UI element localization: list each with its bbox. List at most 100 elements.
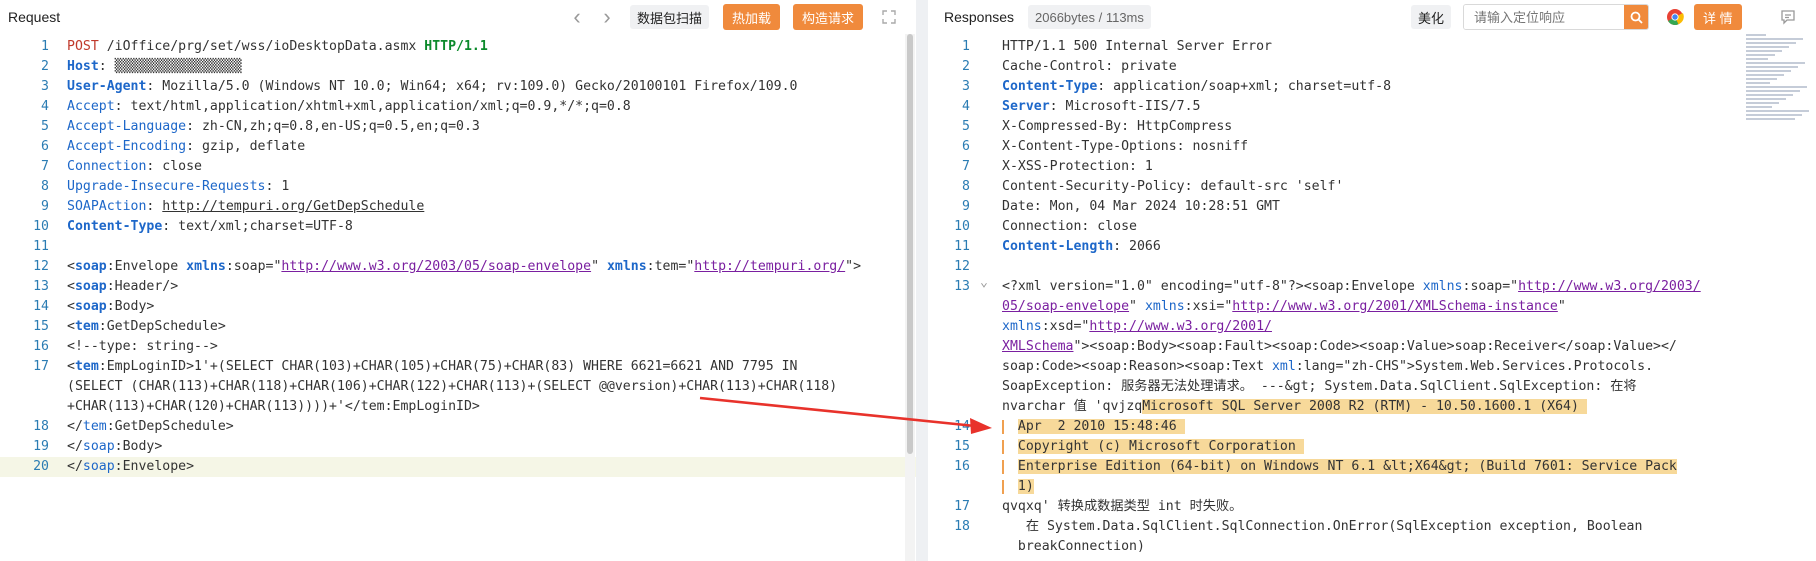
response-code-line: 14 Apr 2 2010 15:48:46 — [928, 417, 1816, 437]
search-icon[interactable] — [1624, 5, 1648, 29]
request-code-line: 9 SOAPAction: http://tempuri.org/GetDepSc… — [0, 197, 916, 217]
token: : close — [146, 159, 202, 174]
token[interactable]: 05/soap-envelope — [1002, 299, 1129, 314]
line-text: X-Compressed-By: HttpCompress — [1002, 117, 1232, 137]
hot-load-button[interactable]: 热加载 — [723, 4, 781, 30]
build-request-button[interactable]: 构造请求 — [793, 4, 864, 30]
detail-button[interactable]: 详 情 — [1694, 4, 1742, 30]
line-number: 1 — [962, 39, 970, 54]
token: : 2066 — [1113, 239, 1161, 254]
line-text: <soap:Envelope xmlns:soap="http://www.w3… — [67, 257, 861, 277]
pane-divider[interactable] — [916, 0, 928, 561]
token[interactable]: http://www.w3.org/2001/ — [1089, 319, 1272, 334]
line-text: Content-Length: 2066 — [1002, 237, 1161, 257]
token: xmlns — [1002, 319, 1042, 334]
line-number: 8 — [962, 179, 970, 194]
token[interactable]: XMLSchema — [1002, 339, 1073, 354]
response-code-line: nvarchar 值 'qvjzqMicrosoft SQL Server 20… — [928, 397, 1816, 417]
forward-icon[interactable]: › — [596, 4, 618, 29]
token: ▒▒▒▒▒▒▒▒▒▒▒▒▒▒▒▒ — [114, 59, 242, 74]
response-code-line: 13 <?xml version="1.0" encoding="utf-8"?>… — [928, 275, 1816, 297]
token: :tem=" — [646, 259, 695, 274]
response-code-line: SoapException: 服务器无法处理请求。 ---&gt; System… — [928, 377, 1816, 397]
token[interactable]: http://tempuri.org/ — [694, 259, 845, 274]
request-code-line: 3 User-Agent: Mozilla/5.0 (Windows NT 10.… — [0, 77, 916, 97]
token: : text/xml;charset=UTF-8 — [162, 219, 353, 234]
line-number: 13 — [954, 279, 970, 294]
minimap-line — [1746, 78, 1777, 80]
token[interactable]: http://tempuri.org/GetDepSchedule — [162, 199, 424, 214]
token: : Microsoft-IIS/7.5 — [1049, 99, 1201, 114]
request-editor[interactable]: 1 POST /iOffice/prg/set/wss/ioDesktopData… — [0, 37, 916, 477]
fold-toggle-icon[interactable]: ⌄ — [980, 273, 988, 293]
request-code-line: 18 </tem:GetDepSchedule> — [0, 417, 916, 437]
packet-scan-button[interactable]: 数据包扫描 — [630, 5, 710, 29]
request-code-line: 12 <soap:Envelope xmlns:soap="http://www.… — [0, 257, 916, 277]
locate-search-input[interactable] — [1464, 5, 1624, 29]
response-code-line: 1 HTTP/1.1 500 Internal Server Error — [928, 37, 1816, 57]
response-code-line: breakConnection) — [928, 537, 1816, 557]
beautify-button[interactable]: 美化 — [1411, 5, 1452, 29]
line-number: 17 — [33, 359, 49, 374]
line-number: 7 — [41, 159, 49, 174]
line-text: Cache-Control: private — [1002, 57, 1177, 77]
line-text: Upgrade-Insecure-Requests: 1 — [67, 177, 289, 197]
token: soap — [74, 299, 107, 314]
response-code-line: 2 Cache-Control: private — [928, 57, 1816, 77]
token: tem — [74, 319, 99, 334]
comment-icon[interactable] — [1777, 6, 1799, 28]
line-text: X-XSS-Protection: 1 — [1002, 157, 1153, 177]
chrome-icon[interactable] — [1664, 6, 1686, 28]
line-text: <tem:GetDepSchedule> — [67, 317, 226, 337]
token: Host — [67, 59, 99, 74]
line-number: 7 — [962, 159, 970, 174]
line-text: breakConnection) — [1002, 537, 1145, 557]
token: :Body> — [114, 439, 163, 454]
response-code-line: 3 Content-Type: application/soap+xml; cha… — [928, 77, 1816, 97]
response-code-line: 16 Enterprise Edition (64-bit) on Window… — [928, 457, 1816, 477]
line-number: 9 — [41, 199, 49, 214]
minimap-line — [1746, 110, 1809, 112]
minimap-line — [1746, 46, 1789, 48]
back-icon[interactable]: ‹ — [566, 4, 588, 29]
token[interactable]: http://www.w3.org/2001/XMLSchema-instanc… — [1232, 299, 1558, 314]
line-text: Accept: text/html,application/xhtml+xml,… — [67, 97, 631, 117]
token: Connection: close — [1002, 219, 1137, 234]
fullscreen-icon[interactable] — [878, 6, 900, 28]
response-minimap[interactable] — [1746, 34, 1810, 134]
request-code-line: 16 <!--type: string--> — [0, 337, 916, 357]
line-text: 05/soap-envelope" xmlns:xsi="http://www.… — [1002, 297, 1566, 317]
minimap-line — [1746, 34, 1766, 36]
response-code-line: 6 X-Content-Type-Options: nosniff — [928, 137, 1816, 157]
response-code-line: 9 Date: Mon, 04 Mar 2024 10:28:51 GMT — [928, 197, 1816, 217]
token: Connection — [67, 159, 147, 174]
token: Copyright (c) Microsoft Corporation — [1017, 439, 1304, 454]
line-number: 14 — [954, 419, 970, 434]
token: <!--type: string--> — [67, 339, 218, 354]
token: xmlns — [1144, 299, 1185, 314]
token: HTTP/1.1 500 Internal Server Error — [1002, 39, 1272, 54]
token: : application/soap+xml; charset=utf-8 — [1097, 79, 1392, 94]
response-toolbar: Responses 2066bytes / 113ms 美化 详 情 — [928, 0, 1816, 34]
response-code-line: 10 Connection: close — [928, 217, 1816, 237]
token: qvqxq' 转换成数据类型 int 时失败。 — [1002, 499, 1243, 514]
minimap-line — [1746, 118, 1795, 120]
token[interactable]: http://www.w3.org/2003/ — [1518, 279, 1701, 294]
token: " — [1557, 299, 1566, 314]
request-code-line: 11 — [0, 237, 916, 257]
minimap-line — [1746, 62, 1805, 64]
token: soap — [74, 259, 107, 274]
request-code-line: 13 <soap:Header/> — [0, 277, 916, 297]
response-editor[interactable]: 1 HTTP/1.1 500 Internal Server Error 2 Cach… — [928, 37, 1816, 557]
token: < — [67, 319, 75, 334]
token[interactable]: http://www.w3.org/2003/05/soap-envelope — [281, 259, 591, 274]
token: xml — [1271, 359, 1296, 374]
minimap-line — [1746, 66, 1798, 68]
token: +CHAR(113)+CHAR(120)+CHAR(113))))+'</tem… — [67, 399, 480, 414]
request-scrollbar[interactable] — [905, 34, 915, 561]
line-number: 9 — [962, 199, 970, 214]
line-number: 17 — [954, 499, 970, 514]
line-text: 在 System.Data.SqlClient.SqlConnection.On… — [1002, 517, 1643, 537]
